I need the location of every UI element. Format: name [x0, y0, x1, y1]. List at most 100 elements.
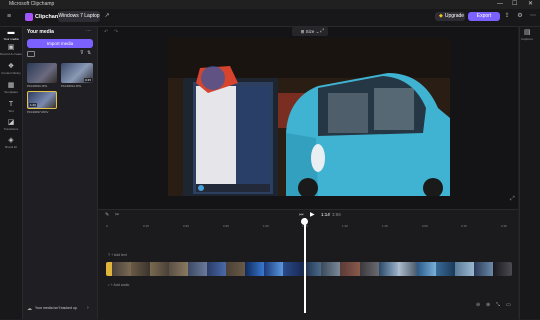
ruler-tick: 0:15 — [143, 224, 149, 228]
undo-icon[interactable]: ↶ — [104, 29, 108, 35]
rail-transitions[interactable]: ◪ Transitions — [0, 119, 22, 131]
transitions-icon: ◪ — [7, 119, 15, 126]
rail-content-library[interactable]: ❖ Content library — [0, 63, 22, 75]
clip-segment[interactable] — [454, 262, 474, 276]
video-track[interactable] — [106, 262, 512, 276]
menu-icon[interactable]: ≡ — [7, 13, 16, 20]
clip-segment[interactable] — [264, 262, 284, 276]
rail-label: Your media — [3, 37, 19, 41]
media-duration: 1:43 — [29, 103, 37, 107]
filter-icon[interactable]: ⊽ — [80, 50, 84, 56]
time-separator: / — [329, 212, 331, 217]
redo-icon[interactable]: ↷ — [114, 29, 118, 35]
chevron-down-icon: ⌄ — [314, 29, 320, 34]
rail-templates[interactable]: ▦ Templates — [0, 82, 22, 94]
captions-label: Captions — [521, 37, 533, 41]
clip-segment[interactable] — [283, 262, 303, 276]
camera-icon: ▣ — [7, 44, 15, 51]
library-icon: ❖ — [7, 63, 15, 70]
rail-record-create[interactable]: ▣ Record & create — [0, 44, 22, 56]
export-button[interactable]: Export — [468, 12, 500, 21]
upgrade-button[interactable]: ◆ Upgrade — [435, 12, 465, 21]
rail-label: Record & create — [0, 52, 22, 56]
total-time: 3:58 — [332, 212, 341, 217]
clip-segment[interactable] — [207, 262, 227, 276]
window-titlebar: Microsoft Clipchamp — ☐ ✕ — [0, 0, 540, 9]
split-tool-icon[interactable]: ✎ — [105, 212, 109, 218]
chevron-right-icon[interactable]: › — [87, 305, 89, 311]
clip-segment[interactable] — [245, 262, 265, 276]
ruler-tick: 1:30 — [342, 224, 348, 228]
media-filename: P1040097.MOV — [27, 110, 49, 114]
playhead-line[interactable] — [304, 218, 306, 313]
video-frame-graphic — [168, 38, 450, 196]
maximize-button[interactable]: ☐ — [512, 0, 517, 9]
backup-notice[interactable]: Your media isn't backed up — [35, 306, 77, 310]
folder-icon: ▬ — [7, 29, 15, 36]
zoom-out-icon[interactable]: ⊖ — [476, 302, 480, 308]
ruler-tick: 1:45 — [382, 224, 388, 228]
right-properties-rail — [519, 27, 540, 319]
rail-label: Content library — [1, 71, 21, 75]
project-title-tab[interactable]: Windows 7 Laptop — [58, 11, 100, 22]
add-text-track[interactable]: T + Add text — [108, 253, 127, 257]
media-duration: 0:45 — [84, 78, 92, 82]
ruler-tick: 2:15 — [461, 224, 467, 228]
clip-segment[interactable] — [340, 262, 360, 276]
settings-icon[interactable]: ⚙ — [516, 12, 524, 20]
rail-your-media[interactable]: ▬ Your media — [0, 29, 22, 41]
panel-options-icon[interactable]: ⋯ — [86, 28, 91, 34]
import-media-button[interactable]: Import media — [27, 39, 93, 48]
media-thumbnail[interactable]: 0:45 — [61, 63, 93, 83]
clip-segment[interactable] — [359, 262, 379, 276]
fullscreen-toggle-icon[interactable]: ⤢ — [320, 28, 324, 34]
add-text-label: + Add text — [111, 253, 127, 257]
templates-icon: ▦ — [7, 82, 15, 89]
clipchamp-logo — [25, 13, 33, 21]
clip-segment[interactable] — [130, 262, 150, 276]
timeline-layout-icon[interactable]: ▭ — [506, 302, 511, 308]
clip-segment[interactable] — [321, 262, 341, 276]
clip-segment[interactable] — [226, 262, 246, 276]
timeline-ruler[interactable]: 0 0:15 0:30 0:45 1:00 1:15 1:30 1:45 2:0… — [104, 224, 518, 230]
playhead-handle[interactable] — [301, 218, 308, 225]
clip-segment[interactable] — [378, 262, 398, 276]
media-thumbnail-selected[interactable]: 1:43 — [27, 91, 57, 109]
expand-preview-icon[interactable]: ⤢ — [510, 196, 515, 203]
ruler-tick: 0 — [106, 224, 108, 228]
diamond-icon: ◆ — [439, 13, 443, 19]
external-link-icon[interactable]: ↗ — [103, 12, 111, 20]
clip-segment[interactable] — [492, 262, 512, 276]
video-preview[interactable] — [168, 38, 450, 196]
play-button[interactable]: ▶ — [310, 211, 315, 218]
more-options-icon[interactable]: ⋯ — [529, 12, 537, 20]
add-audio-track[interactable]: ♪ + Add audio — [108, 283, 129, 287]
clip-segment[interactable] — [435, 262, 455, 276]
close-button[interactable]: ✕ — [528, 0, 533, 9]
ruler-tick: 2:30 — [501, 224, 507, 228]
window-title: Microsoft Clipchamp — [9, 1, 55, 7]
rail-label: Text — [8, 109, 14, 113]
fit-timeline-icon[interactable]: ⤡ — [496, 302, 500, 308]
media-thumbnail[interactable] — [27, 63, 57, 83]
add-audio-label: + Add audio — [110, 283, 130, 287]
minimize-button[interactable]: — — [497, 0, 503, 9]
cut-tool-icon[interactable]: ✂ — [115, 212, 119, 218]
zoom-in-icon[interactable]: ⊕ — [486, 302, 490, 308]
clip-segment[interactable] — [416, 262, 436, 276]
clip-segment[interactable] — [187, 262, 208, 276]
select-checkbox[interactable] — [27, 51, 35, 57]
rail-brand-kit[interactable]: ◈ Brand kit — [0, 137, 22, 149]
media-panel-title: Your media — [27, 29, 54, 35]
clip-segment[interactable] — [149, 262, 169, 276]
ruler-tick: 0:45 — [223, 224, 229, 228]
clip-segment[interactable] — [168, 262, 188, 276]
captions-icon[interactable]: ▤ — [524, 28, 531, 36]
share-icon[interactable]: ⇪ — [503, 12, 511, 20]
clip-segment[interactable] — [397, 262, 417, 276]
rail-text[interactable]: T Text — [0, 101, 22, 113]
sort-icon[interactable]: ⇅ — [87, 50, 91, 56]
clip-segment[interactable] — [111, 262, 131, 276]
clip-segment[interactable] — [473, 262, 493, 276]
upgrade-label: Upgrade — [444, 13, 465, 19]
